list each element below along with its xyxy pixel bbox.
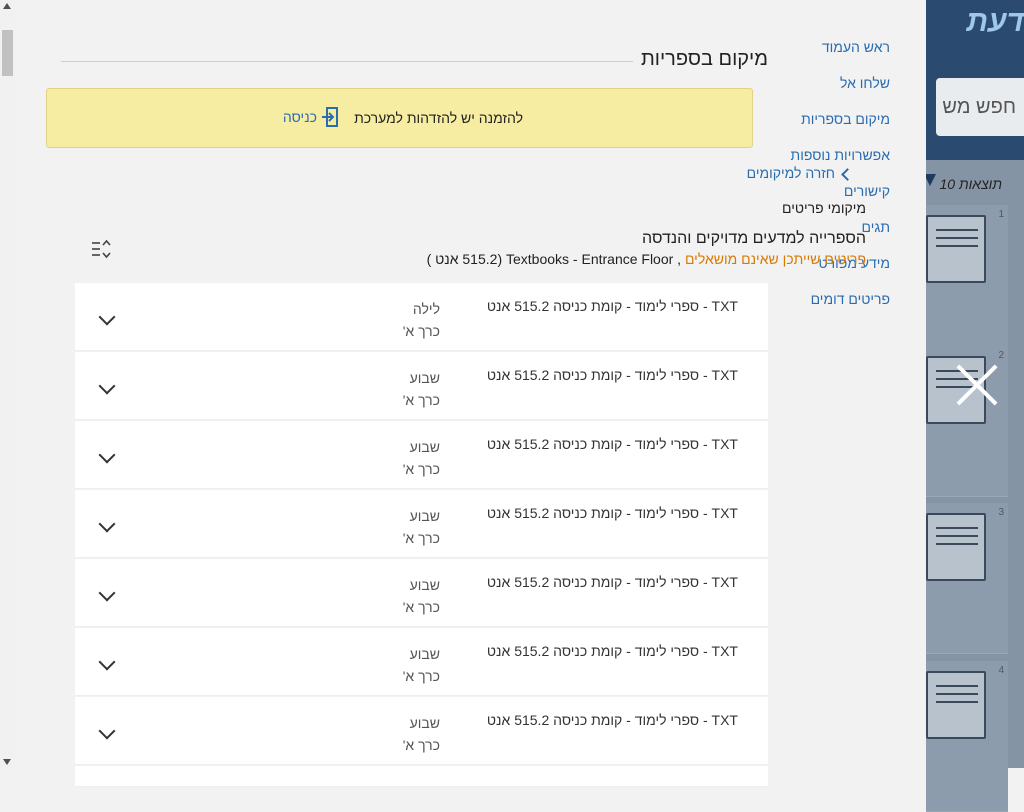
chevron-left-icon <box>841 167 854 181</box>
item-policy: שבוע כרך א' <box>402 508 440 546</box>
nav-item-library-location[interactable]: מיקום בספריות <box>750 108 890 144</box>
chevron-down-icon[interactable] <box>98 377 116 395</box>
item-policy: שבוע כרך א' <box>402 646 440 684</box>
chevron-down-icon[interactable] <box>98 308 116 326</box>
item-location: TXT - ספרי לימוד - קומת כניסה 515.2 אנט <box>486 505 738 521</box>
book-icon <box>926 671 986 739</box>
chevron-down-icon[interactable] <box>98 653 116 671</box>
shelf-location: , Textbooks - Entrance Floor (515.2 אנט … <box>426 251 682 267</box>
item-location: TXT - ספרי לימוד - קומת כניסה 515.2 אנט <box>486 367 738 383</box>
back-to-locations-link[interactable]: חזרה למיקומים <box>746 165 854 181</box>
background-result-item: 4 <box>926 661 1008 812</box>
site-logo: דעת <box>966 5 1024 38</box>
scroll-thumb[interactable] <box>2 30 13 76</box>
book-icon <box>926 215 986 283</box>
sign-in-icon <box>321 107 339 127</box>
close-icon[interactable] <box>954 362 1000 408</box>
result-number: 4 <box>998 665 1004 676</box>
item-row[interactable]: TXT - ספרי לימוד - קומת כניסה 515.2 אנט … <box>75 283 768 351</box>
items-list: TXT - ספרי לימוד - קומת כניסה 515.2 אנט … <box>75 283 768 788</box>
library-name: הספרייה למדעים מדויקים והנדסה <box>642 230 866 247</box>
sign-in-label: כניסה <box>282 109 317 125</box>
item-location: TXT - ספרי לימוד - קומת כניסה 515.2 אנט <box>486 712 738 728</box>
item-row[interactable]: TXT - ספרי לימוד - קומת כניסה 515.2 אנט … <box>75 697 768 765</box>
login-notice-text: להזמנה יש להזדהות למערכת <box>354 110 523 126</box>
item-location: TXT - ספרי לימוד - קומת כניסה 515.2 אנט <box>486 643 738 659</box>
item-policy: שבוע כרך א' <box>402 577 440 615</box>
title-divider <box>61 61 633 62</box>
chevron-down-icon[interactable] <box>98 515 116 533</box>
item-row[interactable]: TXT - ספרי לימוד - קומת כניסה 515.2 אנט … <box>75 490 768 558</box>
item-row[interactable]: TXT - ספרי לימוד - קומת כניסה 515.2 אנט … <box>75 352 768 420</box>
login-notice: להזמנה יש להזדהות למערכת כניסה <box>46 88 753 148</box>
sign-in-link[interactable]: כניסה <box>283 107 339 127</box>
section-title: מיקום בספריות <box>640 48 768 70</box>
nav-item-top[interactable]: ראש העמוד <box>750 36 890 72</box>
scroll-up-icon[interactable] <box>3 3 11 9</box>
item-row[interactable]: TXT - ספרי לימוד - קומת כניסה 515.2 אנט … <box>75 628 768 696</box>
nav-item-similar-items[interactable]: פריטים דומים <box>750 288 890 324</box>
result-number: 3 <box>998 507 1004 518</box>
item-policy: שבוע כרך א' <box>402 439 440 477</box>
location-section: מיקום בספריות <box>61 44 768 78</box>
item-policy: לילה כרך א' <box>402 301 440 339</box>
item-location: TXT - ספרי לימוד - קומת כניסה 515.2 אנט <box>486 298 738 314</box>
background-result-item: 1 <box>926 205 1008 356</box>
result-number: 2 <box>998 350 1004 361</box>
item-row[interactable]: TXT - ספרי לימוד - קומת כניסה 515.2 אנט … <box>75 559 768 627</box>
result-number: 1 <box>998 209 1004 220</box>
back-label: חזרה למיקומים <box>746 165 835 181</box>
chevron-down-icon[interactable] <box>98 722 116 740</box>
item-policy: שבוע כרך א' <box>402 370 440 408</box>
background-search-button: חפש מש <box>936 78 1024 136</box>
scroll-down-icon[interactable] <box>3 759 11 765</box>
background-result-item: 3 <box>926 503 1008 654</box>
page-scrollbar[interactable] <box>0 0 16 768</box>
chevron-down-icon[interactable] <box>98 584 116 602</box>
item-row[interactable] <box>75 766 768 787</box>
items-locations-label: מיקומי פריטים <box>782 200 866 216</box>
sort-icon[interactable] <box>90 238 114 260</box>
item-location: TXT - ספרי לימוד - קומת כניסה 515.2 אנט <box>486 436 738 452</box>
book-icon <box>926 513 986 581</box>
library-location-line: פריטים שייתכן שאינם מושאלים , Textbooks … <box>427 251 866 267</box>
item-row[interactable]: TXT - ספרי לימוד - קומת כניסה 515.2 אנט … <box>75 421 768 489</box>
nav-item-send-to[interactable]: שלחו אל <box>750 72 890 108</box>
item-location: TXT - ספרי לימוד - קומת כניסה 515.2 אנט <box>486 574 738 590</box>
results-count: 10 תוצאות <box>939 176 1002 192</box>
chevron-down-icon[interactable] <box>98 446 116 464</box>
item-policy: שבוע כרך א' <box>402 715 440 753</box>
availability-status: פריטים שייתכן שאינם מושאלים <box>684 251 866 267</box>
background-header: דעת חפש מש <box>926 0 1024 160</box>
